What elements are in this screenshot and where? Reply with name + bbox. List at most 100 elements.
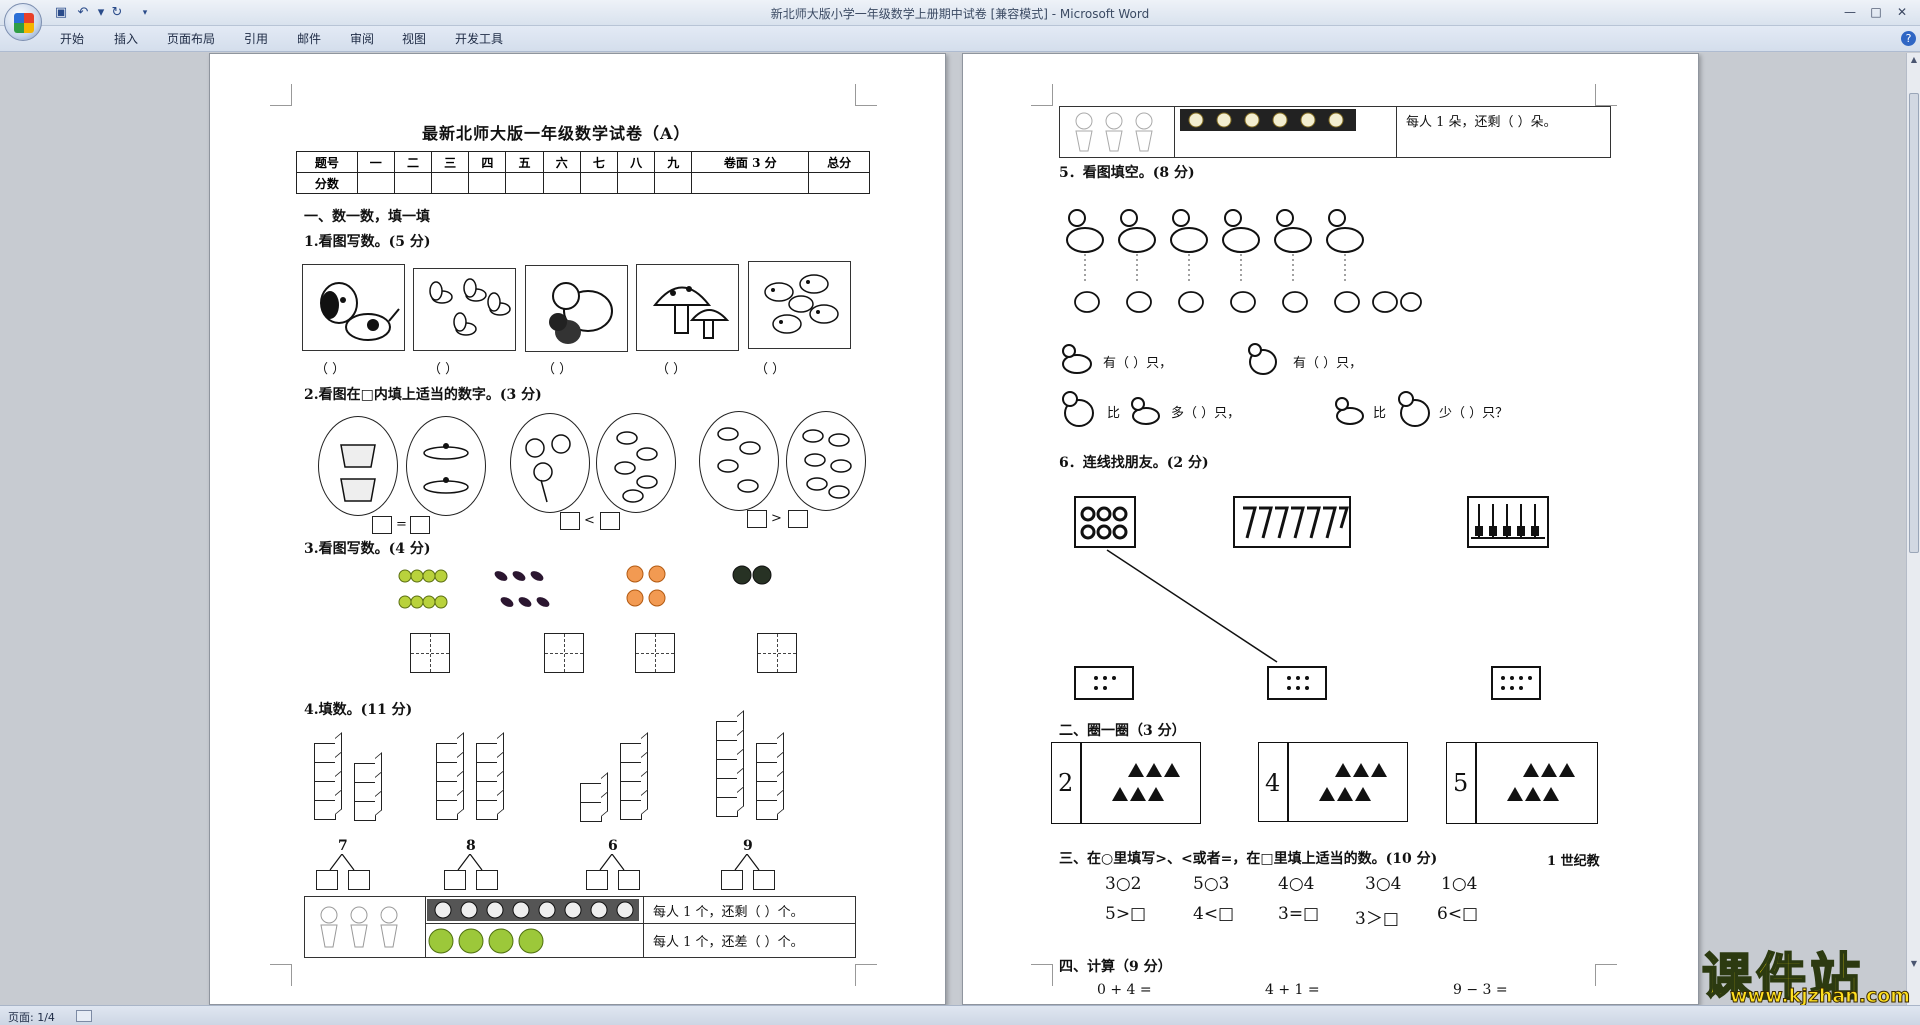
- writing-grid[interactable]: [757, 633, 797, 673]
- answer-blank[interactable]: （ ）: [428, 358, 458, 377]
- score-cell[interactable]: [542, 172, 581, 194]
- answer-blank[interactable]: （ ）: [656, 358, 686, 377]
- answer-blank[interactable]: （ ）: [542, 358, 572, 377]
- scroll-down-icon[interactable]: ▼: [1908, 959, 1920, 971]
- crop-mark: [1031, 964, 1053, 986]
- dot-card[interactable]: [1491, 666, 1541, 700]
- dot-card[interactable]: [1074, 666, 1134, 700]
- tab-developer[interactable]: 开发工具: [455, 30, 503, 47]
- score-cell[interactable]: [505, 172, 544, 194]
- answer-box[interactable]: [560, 512, 580, 530]
- compare-item: 4○4: [1278, 874, 1315, 894]
- writing-grid[interactable]: [635, 633, 675, 673]
- cube-tower: [580, 783, 602, 822]
- compare-item: 4<□: [1193, 904, 1235, 924]
- minimize-button[interactable]: —: [1838, 3, 1862, 21]
- answer-blank[interactable]: （ ）: [755, 358, 785, 377]
- section-heading: 一、数一数，填一填: [304, 209, 430, 225]
- question-heading: 4.填数。(11 分): [304, 702, 413, 718]
- chick-icon: [1062, 391, 1094, 427]
- answer-box[interactable]: [721, 870, 743, 890]
- answer-box[interactable]: [600, 512, 620, 530]
- compare-item: 3=□: [1278, 904, 1320, 924]
- sharing-sentence: 每人 1 个，还差（ ）个。: [653, 935, 804, 950]
- score-cell[interactable]: [393, 172, 433, 194]
- answer-box[interactable]: [476, 870, 498, 890]
- score-cell[interactable]: [356, 172, 395, 194]
- duck-icon: [1335, 397, 1364, 425]
- cube-tower: [716, 721, 738, 817]
- crop-mark: [855, 964, 877, 986]
- office-logo-icon: [14, 13, 34, 33]
- score-cell[interactable]: [468, 172, 507, 194]
- answer-box[interactable]: [747, 510, 767, 528]
- compare-word: 比: [1107, 406, 1121, 421]
- abacus-card: [1467, 496, 1549, 548]
- tab-review[interactable]: 审阅: [350, 30, 374, 47]
- question-heading: 1.看图写数。(5 分): [304, 234, 431, 250]
- answer-box[interactable]: [410, 516, 430, 534]
- score-header-cell: 一: [356, 151, 395, 173]
- scroll-thumb[interactable]: [1909, 93, 1919, 553]
- fill-sentence: 有（ ）只，: [1293, 356, 1363, 371]
- crop-mark: [1031, 84, 1053, 106]
- section-heading: 三、在○里填写>、<或者=，在□里填上适当的数。(10 分): [1059, 851, 1438, 867]
- proofing-icon[interactable]: [76, 1010, 92, 1022]
- score-cell[interactable]: [616, 172, 656, 194]
- score-header-row: 题号 一 二 三 四 五 六 七 八 九 卷面 3 分 总分: [296, 151, 870, 173]
- score-header-cell: 五: [505, 151, 544, 173]
- cats-picture: [525, 265, 628, 352]
- answer-box[interactable]: [788, 510, 808, 528]
- score-cell[interactable]: [808, 172, 870, 194]
- answer-box[interactable]: [348, 870, 370, 890]
- answer-box[interactable]: [372, 516, 392, 534]
- answer-box[interactable]: [586, 870, 608, 890]
- answer-box[interactable]: [618, 870, 640, 890]
- dot-card[interactable]: [1267, 666, 1327, 700]
- answer-box[interactable]: [316, 870, 338, 890]
- mushrooms-picture: [636, 264, 739, 351]
- tab-references[interactable]: 引用: [244, 30, 268, 47]
- connecting-line: [1106, 549, 1278, 663]
- status-bar: 页面: 1/4: [0, 1005, 1920, 1025]
- tab-view[interactable]: 视图: [402, 30, 426, 47]
- page-count[interactable]: 页面: 1/4: [8, 1009, 55, 1025]
- children-picture: [1075, 112, 1153, 152]
- score-table: 题号 一 二 三 四 五 六 七 八 九 卷面 3 分 总分 分数: [296, 151, 870, 194]
- close-button[interactable]: ✕: [1890, 3, 1914, 21]
- tab-page-layout[interactable]: 页面布局: [167, 30, 215, 47]
- writing-grid[interactable]: [410, 633, 450, 673]
- score-value-row: 分数: [296, 172, 870, 194]
- answer-blank[interactable]: （ ）: [315, 358, 345, 377]
- score-cell[interactable]: [691, 172, 810, 194]
- score-cell[interactable]: [431, 172, 470, 194]
- score-header-cell: 二: [393, 151, 433, 173]
- bond-number: 6: [608, 838, 618, 854]
- score-cell[interactable]: [579, 172, 618, 194]
- maximize-button[interactable]: □: [1864, 3, 1888, 21]
- vertical-scrollbar[interactable]: ▲ ▼: [1906, 53, 1920, 1005]
- answer-box[interactable]: [444, 870, 466, 890]
- scroll-up-icon[interactable]: ▲: [1908, 55, 1920, 67]
- flowers-picture: [1180, 109, 1356, 131]
- score-cell[interactable]: [654, 172, 693, 194]
- page-1: 最新北师大版一年级数学试卷（A） 题号 一 二 三 四 五 六 七 八 九 卷面…: [209, 53, 946, 1005]
- tab-home[interactable]: 开始: [60, 30, 84, 47]
- title-bar: ▣ ↶ ▾ ↻ ▾ 新北师大版小学一年级数学上册期中试卷 [兼容模式] - Mi…: [0, 0, 1920, 41]
- duck-icon: [1131, 397, 1160, 425]
- compare-item: 3○2: [1105, 874, 1142, 894]
- calc-item: 0 + 4 =: [1097, 982, 1152, 998]
- writing-grid[interactable]: [544, 633, 584, 673]
- tab-mailings[interactable]: 邮件: [297, 30, 321, 47]
- tab-insert[interactable]: 插入: [114, 30, 138, 47]
- help-icon[interactable]: ?: [1901, 31, 1916, 46]
- watermelons-group: [731, 563, 773, 587]
- score-header-cell: 题号: [296, 151, 358, 173]
- office-button[interactable]: [4, 3, 42, 41]
- green-apples-picture: [428, 928, 544, 954]
- document-workspace[interactable]: 最新北师大版一年级数学试卷（A） 题号 一 二 三 四 五 六 七 八 九 卷面…: [0, 53, 1906, 1005]
- answer-box[interactable]: [753, 870, 775, 890]
- page-2: 每人 1 朵，还剩（ ）朵。 5．看图填空。(8 分) 有（ ）只， 有（ ）只…: [962, 53, 1699, 1005]
- crop-mark: [1595, 964, 1617, 986]
- circle-group: 4: [1258, 742, 1408, 822]
